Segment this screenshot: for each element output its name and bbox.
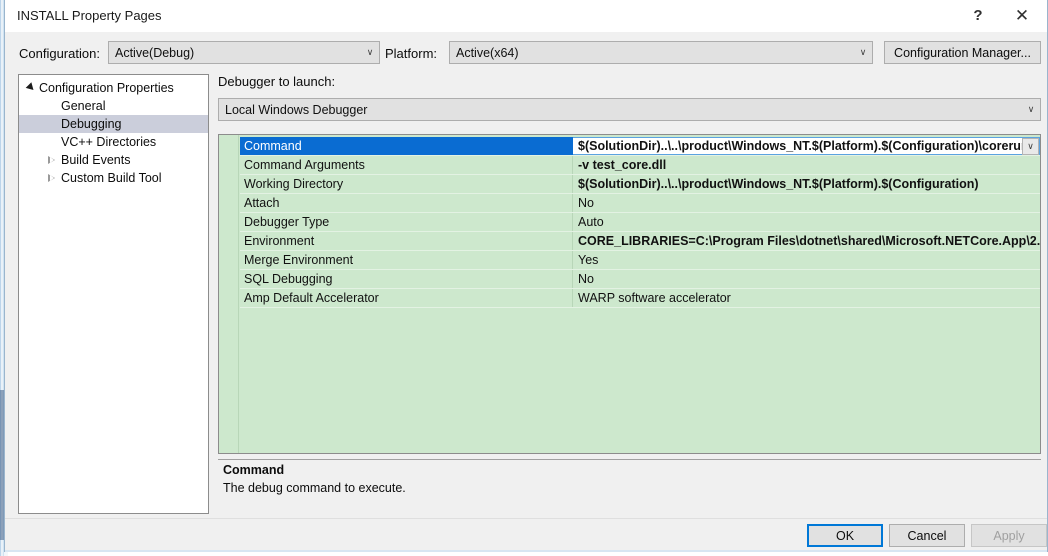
description-panel: Command The debug command to execute. xyxy=(218,459,1041,510)
property-value[interactable]: No xyxy=(573,270,1040,288)
tree-item-label: Build Events xyxy=(61,153,131,167)
property-row[interactable]: Attach No xyxy=(240,194,1040,213)
property-row[interactable]: Working Directory $(SolutionDir)..\..\pro… xyxy=(240,175,1040,194)
property-value[interactable]: WARP software accelerator xyxy=(573,289,1040,307)
property-name: Debugger Type xyxy=(240,213,573,231)
property-value[interactable]: Yes xyxy=(573,251,1040,269)
configuration-dropdown[interactable]: Active(Debug) ∨ xyxy=(108,41,380,64)
property-grid-rows: Command $(SolutionDir)..\..\product\Windo… xyxy=(240,137,1040,308)
tree-item-custom-build-tool[interactable]: Custom Build Tool xyxy=(19,169,208,187)
tree-item-label: VC++ Directories xyxy=(61,135,157,149)
tree-item-debugging[interactable]: Debugging xyxy=(19,115,208,133)
platform-label: Platform: xyxy=(385,46,438,61)
expander-closed-icon[interactable] xyxy=(48,173,55,182)
tree-item-label: Custom Build Tool xyxy=(61,171,162,185)
property-value[interactable]: -v test_core.dll xyxy=(573,156,1040,174)
property-name: Command Arguments xyxy=(240,156,573,174)
description-title: Command xyxy=(223,463,285,477)
property-value[interactable]: $(SolutionDir)..\..\product\Windows_NT.$… xyxy=(573,137,1040,155)
property-row[interactable]: Debugger Type Auto xyxy=(240,213,1040,232)
chevron-down-icon[interactable]: ∨ xyxy=(1022,138,1039,155)
tree-item-label: Debugging xyxy=(61,117,122,131)
chevron-down-icon: ∨ xyxy=(1027,104,1035,115)
property-row[interactable]: Command $(SolutionDir)..\..\product\Windo… xyxy=(240,137,1040,156)
platform-dropdown[interactable]: Active(x64) ∨ xyxy=(449,41,873,64)
debugger-to-launch-dropdown[interactable]: Local Windows Debugger ∨ xyxy=(218,98,1041,121)
configuration-manager-button[interactable]: Configuration Manager... xyxy=(884,41,1041,64)
property-grid-gutter xyxy=(219,135,239,453)
apply-button[interactable]: Apply xyxy=(971,524,1047,547)
ok-button[interactable]: OK xyxy=(807,524,883,547)
property-value[interactable]: No xyxy=(573,194,1040,212)
property-row[interactable]: Merge Environment Yes xyxy=(240,251,1040,270)
platform-value: Active(x64) xyxy=(456,45,519,60)
window-bottom-edge xyxy=(5,550,1047,552)
close-icon[interactable]: ✕ xyxy=(1000,0,1044,31)
property-row[interactable]: Command Arguments -v test_core.dll xyxy=(240,156,1040,175)
property-value[interactable]: Auto xyxy=(573,213,1040,231)
property-grid[interactable]: Command $(SolutionDir)..\..\product\Windo… xyxy=(218,134,1041,454)
footer-divider xyxy=(5,518,1047,519)
property-value[interactable]: CORE_LIBRARIES=C:\Program Files\dotnet\s… xyxy=(573,232,1040,250)
property-name: SQL Debugging xyxy=(240,270,573,288)
tree-item-build-events[interactable]: Build Events xyxy=(19,151,208,169)
property-name: Attach xyxy=(240,194,573,212)
expander-open-icon[interactable] xyxy=(25,82,37,93)
help-icon[interactable]: ? xyxy=(956,0,1000,31)
chevron-down-icon: ∨ xyxy=(366,47,374,58)
description-body: The debug command to execute. xyxy=(223,481,406,495)
tree-item-vc-directories[interactable]: VC++ Directories xyxy=(19,133,208,151)
tree-item-configuration-properties[interactable]: Configuration Properties xyxy=(19,79,208,97)
cancel-button[interactable]: Cancel xyxy=(889,524,965,547)
property-row[interactable]: Amp Default Accelerator WARP software acc… xyxy=(240,289,1040,308)
configuration-label: Configuration: xyxy=(19,46,100,61)
window-title: INSTALL Property Pages xyxy=(17,8,162,23)
title-bar: INSTALL Property Pages ? ✕ xyxy=(5,0,1047,32)
property-name: Amp Default Accelerator xyxy=(240,289,573,307)
property-name: Working Directory xyxy=(240,175,573,193)
property-pages-dialog: INSTALL Property Pages ? ✕ Configuration… xyxy=(4,0,1048,552)
tree-item-label: Configuration Properties xyxy=(39,81,174,95)
configuration-value: Active(Debug) xyxy=(115,45,195,60)
property-name: Merge Environment xyxy=(240,251,573,269)
properties-tree[interactable]: Configuration Properties General Debugging… xyxy=(18,74,209,514)
property-name: Command xyxy=(240,137,573,155)
property-row[interactable]: Environment CORE_LIBRARIES=C:\Program Fil… xyxy=(240,232,1040,251)
debugger-to-launch-label: Debugger to launch: xyxy=(218,74,336,89)
property-value[interactable]: $(SolutionDir)..\..\product\Windows_NT.$… xyxy=(573,175,1040,193)
chevron-down-icon: ∨ xyxy=(859,47,867,58)
property-row[interactable]: SQL Debugging No xyxy=(240,270,1040,289)
property-name: Environment xyxy=(240,232,573,250)
tree-item-label: General xyxy=(61,99,106,113)
expander-closed-icon[interactable] xyxy=(48,155,55,164)
tree-item-general[interactable]: General xyxy=(19,97,208,115)
debugger-to-launch-value: Local Windows Debugger xyxy=(225,102,368,117)
